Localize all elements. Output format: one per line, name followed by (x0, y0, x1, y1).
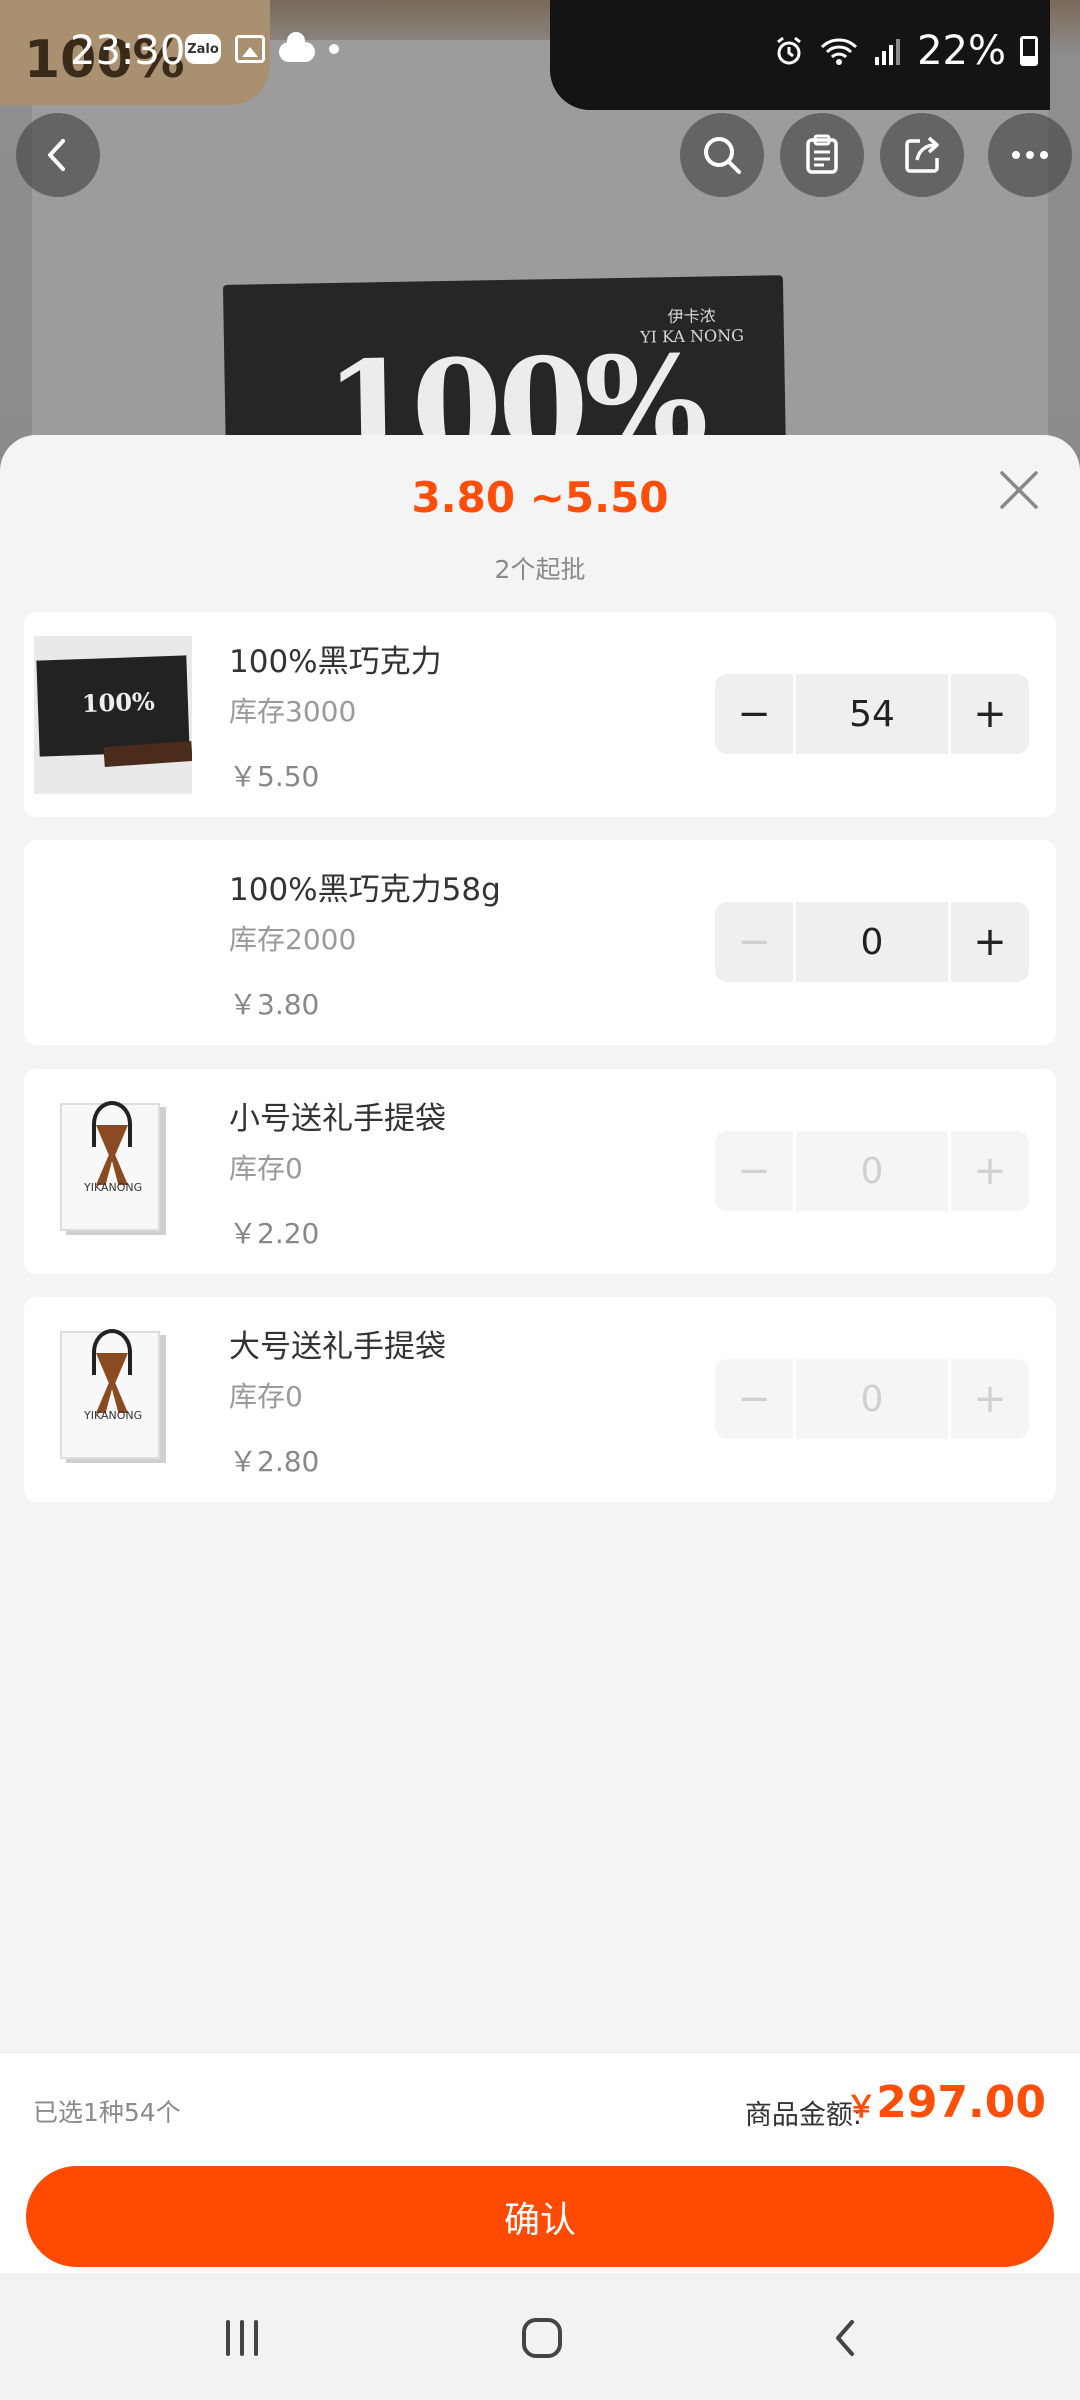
sku-card: YIKANONG 小号送礼手提袋 库存0 ￥2.20 − 0 + (24, 1069, 1056, 1274)
gift-bag-image: YIKANONG (60, 1101, 160, 1231)
sku-thumbnail[interactable]: 100% (34, 636, 192, 794)
selection-summary: 已选1种54个 (33, 2098, 181, 2127)
decrease-button[interactable]: − (715, 1131, 793, 1211)
clipboard-icon (806, 134, 838, 174)
sku-price: ￥5.50 (229, 760, 320, 793)
total-label: 商品金额: (744, 2100, 862, 2131)
wifi-icon (821, 38, 858, 65)
status-bar: 23:30 Zalo 22% (0, 0, 1080, 105)
sku-selection-sheet: 3.80 ~5.50 2个起批 100% 100%黑巧克力 库存3000 ￥5.… (0, 435, 1080, 2273)
notification-icons: Zalo (185, 32, 339, 64)
quantity-stepper: − 0 + (715, 902, 1032, 982)
dot-icon (329, 44, 339, 54)
more-button[interactable] (988, 113, 1072, 197)
decrease-button[interactable]: − (715, 674, 793, 754)
sku-stock: 库存0 (229, 1380, 303, 1413)
decrease-button[interactable]: − (715, 1359, 793, 1439)
sku-name: 100%黑巧克力58g (229, 872, 501, 908)
sku-price: ￥2.20 (229, 1217, 320, 1250)
minimum-order-quantity: 2个起批 (494, 555, 586, 584)
back-icon (48, 139, 65, 171)
sku-thumbnail[interactable] (34, 864, 192, 1022)
box-brand: 伊卡浓 YI KA NONG (639, 306, 745, 347)
battery-icon (1020, 36, 1038, 66)
quantity-value[interactable]: 0 (796, 902, 948, 982)
gift-bag-image: YIKANONG (60, 1329, 160, 1459)
increase-button[interactable]: + (951, 1359, 1029, 1439)
close-icon[interactable] (994, 465, 1044, 515)
decrease-button[interactable]: − (715, 902, 793, 982)
sku-name: 大号送礼手提袋 (229, 1329, 446, 1365)
back-button[interactable] (16, 113, 100, 197)
order-footer: 已选1种54个 商品金额: ￥297.00 确认 (0, 2052, 1080, 2273)
gallery-icon (235, 35, 265, 63)
search-button[interactable] (680, 113, 764, 197)
signal-icon (875, 39, 901, 65)
sku-name: 100%黑巧克力 (229, 644, 442, 680)
system-back-button[interactable] (816, 2313, 876, 2363)
quantity-stepper: − 0 + (715, 1131, 1032, 1211)
sku-price: ￥2.80 (229, 1445, 320, 1478)
clipboard-button[interactable] (780, 113, 864, 197)
share-button[interactable] (880, 113, 964, 197)
chocolate-box-image: 100% (34, 636, 192, 794)
sku-stock: 库存2000 (229, 923, 357, 956)
sku-name: 小号送礼手提袋 (229, 1101, 446, 1137)
search-icon (704, 137, 741, 174)
alarm-icon (777, 36, 802, 65)
quantity-stepper: − 54 + (715, 674, 1032, 754)
sku-stock: 库存0 (229, 1152, 303, 1185)
quantity-value[interactable]: 0 (796, 1131, 948, 1211)
increase-button[interactable]: + (951, 1131, 1029, 1211)
price-range: 3.80 ~5.50 (411, 473, 669, 522)
sku-card: 100%黑巧克力58g 库存2000 ￥3.80 − 0 + (24, 840, 1056, 1045)
system-status-icons: 22% (773, 28, 1038, 74)
battery-percent: 22% (917, 28, 1006, 74)
sku-card: 100% 100%黑巧克力 库存3000 ￥5.50 − 54 + (24, 612, 1056, 817)
increase-button[interactable]: + (951, 674, 1029, 754)
home-icon (522, 2318, 562, 2358)
confirm-button[interactable]: 确认 (26, 2166, 1054, 2267)
recent-apps-icon (226, 2320, 258, 2356)
currency-symbol: ￥ (846, 2090, 877, 2125)
increase-button[interactable]: + (951, 902, 1029, 982)
sku-stock: 库存3000 (229, 695, 357, 728)
home-button[interactable] (512, 2313, 572, 2363)
system-back-icon (836, 2320, 854, 2356)
total-amount: ￥297.00 (846, 2077, 1046, 2128)
quantity-value[interactable]: 54 (796, 674, 948, 754)
sku-thumbnail[interactable]: YIKANONG (34, 1093, 192, 1251)
system-navigation-bar (0, 2273, 1080, 2400)
more-icon (1012, 151, 1048, 159)
quantity-value[interactable]: 0 (796, 1359, 948, 1439)
cloud-icon (279, 32, 315, 62)
recent-apps-button[interactable] (212, 2313, 272, 2363)
total-value: 297.00 (876, 2077, 1046, 2128)
sku-card: YIKANONG 大号送礼手提袋 库存0 ￥2.80 − 0 + (24, 1297, 1056, 1502)
share-icon (905, 136, 939, 173)
sku-thumbnail[interactable]: YIKANONG (34, 1321, 192, 1479)
sku-price: ￥3.80 (229, 988, 320, 1021)
status-time: 23:30 (70, 28, 186, 74)
zalo-icon: Zalo (185, 34, 221, 64)
quantity-stepper: − 0 + (715, 1359, 1032, 1439)
